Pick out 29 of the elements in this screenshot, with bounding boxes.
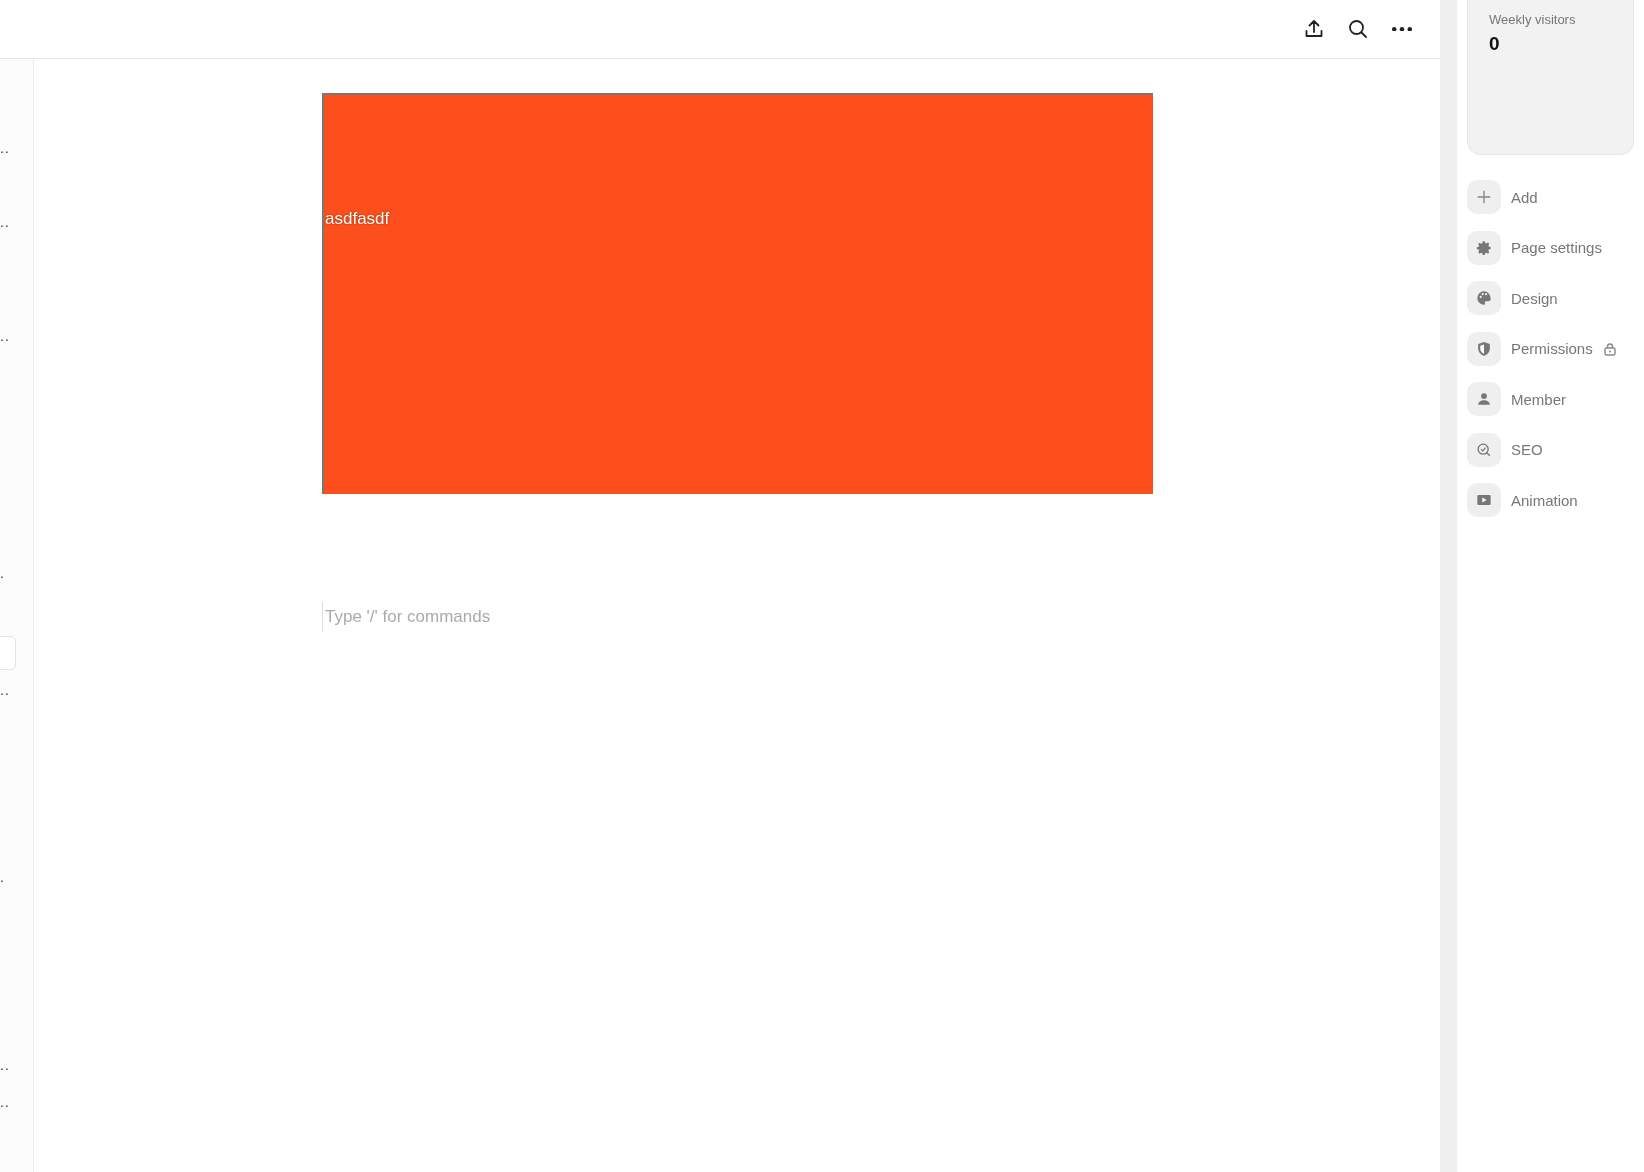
stats-value: 0 bbox=[1489, 33, 1501, 55]
plus-icon[interactable] bbox=[1467, 180, 1501, 214]
cover-text: asdfasdf bbox=[325, 209, 390, 229]
person-icon[interactable] bbox=[1467, 382, 1501, 416]
menu-item[interactable]: Page settings bbox=[1511, 239, 1602, 256]
lock-icon bbox=[1602, 341, 1617, 356]
more-icon bbox=[1392, 26, 1412, 32]
search-icon bbox=[1346, 17, 1370, 41]
truncated-item-text[interactable]: .. bbox=[0, 143, 10, 153]
truncated-item-text[interactable]: .. bbox=[0, 217, 10, 227]
menu-item[interactable]: Add bbox=[1511, 188, 1538, 206]
play-icon[interactable] bbox=[1467, 483, 1501, 517]
truncated-item-text[interactable]: .. bbox=[0, 1060, 10, 1070]
menu-item[interactable]: Design bbox=[1511, 289, 1558, 307]
truncated-item-text[interactable]: .. bbox=[0, 685, 10, 695]
truncated-item-text[interactable]: . bbox=[0, 568, 5, 578]
palette-icon[interactable] bbox=[1467, 281, 1501, 315]
gear-icon[interactable] bbox=[1467, 230, 1501, 265]
truncated-item-text[interactable]: .. bbox=[0, 331, 10, 341]
menu-item[interactable]: Member bbox=[1511, 390, 1566, 408]
magnifier-check-icon[interactable] bbox=[1467, 432, 1501, 467]
command-input-field[interactable]: Type '/' for commands bbox=[323, 607, 925, 627]
stats-label: Weekly visitors bbox=[1489, 12, 1577, 27]
truncated-item-text[interactable]: . bbox=[0, 872, 5, 882]
menu-item[interactable]: SEO bbox=[1511, 441, 1543, 458]
menu-item[interactable]: Permissions bbox=[1511, 340, 1593, 357]
truncated-item-text[interactable]: .. bbox=[0, 1097, 10, 1107]
shield-icon[interactable] bbox=[1467, 331, 1501, 366]
menu-item[interactable]: Animation bbox=[1511, 491, 1578, 509]
